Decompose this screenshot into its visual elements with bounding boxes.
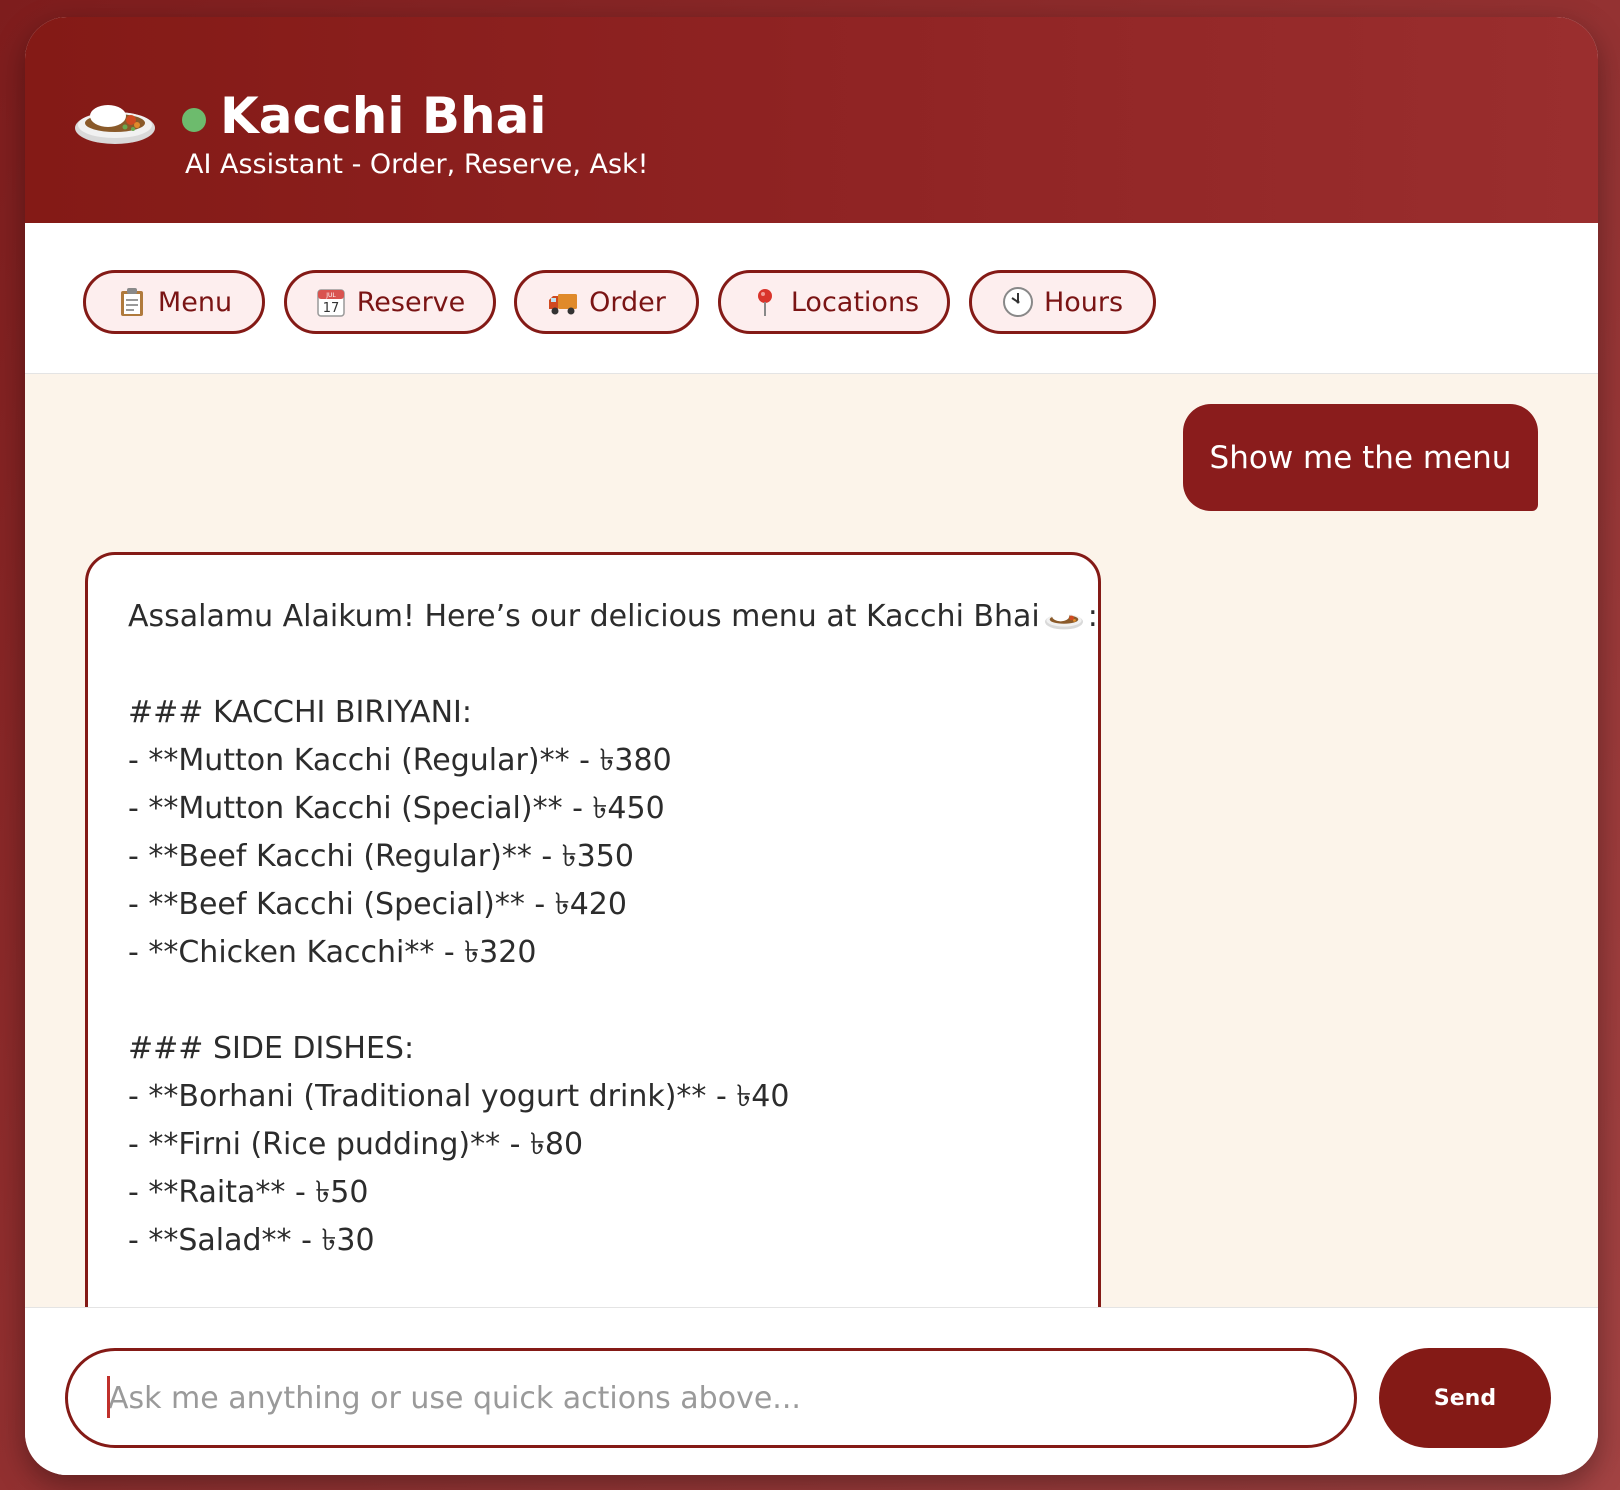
map-pin-icon	[757, 289, 772, 316]
input-bar: Send	[25, 1307, 1598, 1475]
rice-plate-icon	[1044, 610, 1083, 629]
quick-action-menu-button[interactable]: Menu	[83, 270, 265, 334]
bot-text-line: - **Mutton Kacchi (Special)** - ৳450	[128, 791, 665, 826]
send-button[interactable]: Send	[1379, 1348, 1551, 1448]
bot-intro-suffix: :	[1087, 599, 1098, 634]
bot-intro-text: Assalamu Alaikum! Here’s our delicious m…	[128, 599, 1040, 634]
bot-intro-line: Assalamu Alaikum! Here’s our delicious m…	[128, 593, 1098, 641]
quick-action-label: Reserve	[356, 286, 466, 318]
quick-action-label: Order	[589, 286, 666, 318]
text-caret	[107, 1376, 110, 1418]
app-title: Kacchi Bhai	[220, 87, 547, 145]
clock-icon	[1002, 287, 1033, 317]
quick-actions-bar: Menu JUL 17 Reserve Order Locations Hour…	[25, 223, 1598, 374]
bot-text-line: ### SIDE DISHES:	[128, 1031, 415, 1066]
quick-action-hours-button[interactable]: Hours	[969, 270, 1156, 334]
bot-text-line	[128, 977, 1058, 1025]
bot-text-line: - **Salad** - ৳30	[128, 1223, 375, 1258]
bot-text-line: - **Beef Kacchi (Special)** - ৳420	[128, 887, 627, 922]
chat-input-field[interactable]	[65, 1348, 1357, 1448]
quick-action-order-button[interactable]: Order	[514, 270, 699, 334]
bot-text-line: - **Chicken Kacchi** - ৳320	[128, 935, 537, 970]
bot-text-line: - **Firni (Rice pudding)** - ৳80	[128, 1127, 584, 1162]
delivery-truck-icon	[549, 294, 578, 315]
online-status-dot	[182, 108, 206, 132]
title-row: Kacchi Bhai	[182, 85, 547, 147]
clipboard-icon	[120, 288, 143, 316]
rice-plate-icon	[75, 105, 155, 144]
bot-text-line: - **Beef Kacchi (Regular)** - ৳350	[128, 839, 634, 874]
quick-action-locations-button[interactable]: Locations	[718, 270, 950, 334]
quick-action-label: Menu	[157, 286, 233, 318]
bot-text-line: - **Raita** - ৳50	[128, 1175, 369, 1210]
calendar-icon: JUL 17	[316, 289, 345, 317]
bot-text-line: - **Borhani (Traditional yogurt drink)**…	[128, 1079, 790, 1114]
bot-message-bubble: Assalamu Alaikum! Here’s our delicious m…	[85, 552, 1101, 1307]
chat-messages-area[interactable]: Show me the menu Assalamu Alaikum! Here’…	[25, 374, 1598, 1307]
bot-text-line: - **Mutton Kacchi (Regular)** - ৳380	[128, 743, 672, 778]
bot-text-line	[128, 641, 1058, 689]
chat-app-window: Kacchi Bhai AI Assistant - Order, Reserv…	[25, 17, 1598, 1475]
header: Kacchi Bhai AI Assistant - Order, Reserv…	[25, 17, 1598, 223]
quick-action-reserve-button[interactable]: JUL 17 Reserve	[284, 270, 496, 334]
app-subtitle: AI Assistant - Order, Reserve, Ask!	[185, 149, 649, 180]
quick-action-label: Locations	[790, 286, 920, 318]
quick-action-label: Hours	[1043, 286, 1124, 318]
calendar-day-text: 17	[322, 301, 339, 316]
calendar-month-text: JUL	[325, 292, 336, 299]
bot-text-line: ### KACCHI BIRIYANI:	[128, 695, 472, 730]
user-message-bubble: Show me the menu	[1183, 404, 1538, 511]
